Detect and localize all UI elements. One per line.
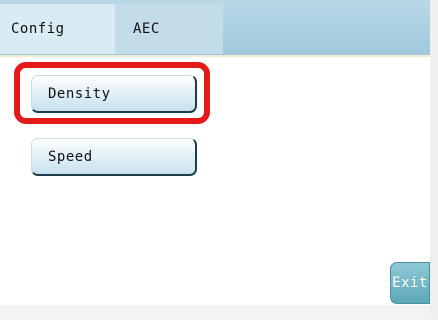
divider [0,55,430,57]
tab-config[interactable]: Config [0,4,115,54]
selection-highlight [14,62,210,124]
tab-aec[interactable]: AEC [115,4,223,54]
tab-config-label: Config [11,21,65,37]
screen: Config AEC Density Speed Exit [0,0,438,320]
top-bar: Config AEC [0,0,430,55]
exit-button-label: Exit [392,275,428,291]
speed-button[interactable]: Speed [31,138,197,176]
exit-button[interactable]: Exit [390,262,430,304]
bottom-bar [0,305,430,320]
right-edge [430,0,438,320]
tab-aec-label: AEC [133,21,160,37]
speed-button-label: Speed [48,148,93,165]
